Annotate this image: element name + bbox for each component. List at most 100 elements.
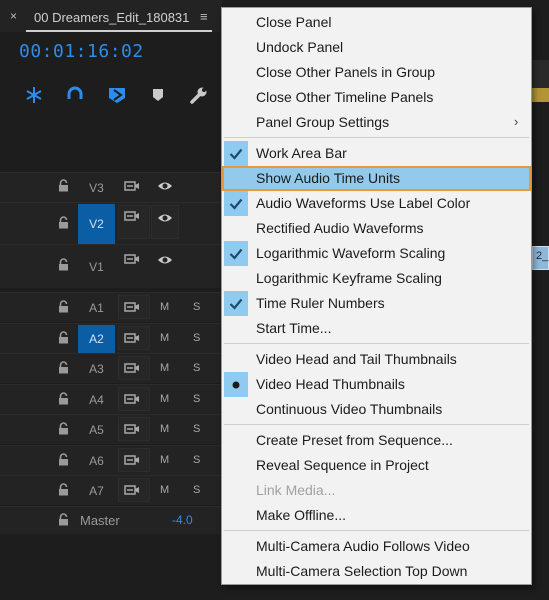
solo-button[interactable]: S [193, 362, 200, 374]
mute-button[interactable]: M [160, 484, 169, 496]
menu-item[interactable]: Reveal Sequence in Project [222, 453, 531, 478]
lock-icon[interactable] [58, 330, 69, 349]
mute-button[interactable]: M [160, 301, 169, 313]
eye-icon[interactable] [157, 212, 173, 227]
track-name[interactable]: A2 [78, 324, 115, 353]
sync-lock-icon[interactable] [124, 484, 140, 499]
menu-item[interactable]: Multi-Camera Selection Top Down [222, 559, 531, 584]
snap-icon[interactable] [23, 84, 45, 106]
track-name[interactable]: V3 [78, 174, 115, 202]
solo-button[interactable]: S [193, 332, 200, 344]
sync-lock-icon[interactable] [124, 362, 140, 377]
menu-item[interactable]: Time Ruler Numbers [222, 291, 531, 316]
menu-item[interactable]: Close Other Panels in Group [222, 60, 531, 85]
track-name[interactable]: V1 [78, 246, 115, 288]
mute-button[interactable]: M [160, 362, 169, 374]
linked-selection-icon[interactable] [64, 84, 86, 106]
add-marker-icon[interactable] [106, 84, 128, 106]
panel-menu-icon[interactable]: ≡ [200, 9, 208, 24]
menu-item[interactable]: Audio Waveforms Use Label Color [222, 191, 531, 216]
mute-button[interactable]: M [160, 332, 169, 344]
menu-item[interactable]: Logarithmic Waveform Scaling [222, 241, 531, 266]
lock-icon[interactable] [58, 179, 69, 197]
track-header-v3[interactable]: V3 [0, 172, 222, 202]
menu-item[interactable]: Continuous Video Thumbnails [222, 397, 531, 422]
lock-icon[interactable] [58, 513, 69, 531]
lock-icon[interactable] [58, 452, 69, 471]
track-name[interactable]: A4 [78, 386, 115, 414]
track-header-master[interactable]: Master -4.0 [0, 506, 222, 534]
mute-button[interactable]: M [160, 423, 169, 435]
lock-icon[interactable] [58, 422, 69, 440]
track-name[interactable]: A5 [78, 416, 115, 444]
solo-button[interactable]: S [193, 454, 200, 466]
menu-item[interactable]: Rectified Audio Waveforms [222, 216, 531, 241]
lock-icon[interactable] [58, 300, 69, 318]
sync-lock-icon[interactable] [124, 301, 140, 316]
track-name[interactable]: A6 [78, 447, 115, 475]
menu-item-label: Start Time... [256, 320, 332, 336]
lock-icon[interactable] [58, 258, 69, 276]
solo-button[interactable]: S [193, 484, 200, 496]
menu-item[interactable]: Create Preset from Sequence... [222, 428, 531, 453]
eye-icon[interactable] [157, 254, 173, 269]
menu-item[interactable]: Undock Panel [222, 35, 531, 60]
track-header-audio[interactable]: A6 M S [0, 444, 222, 475]
sequence-tab-title[interactable]: 00 Dreamers_Edit_180831 [34, 10, 189, 25]
menu-item[interactable]: Video Head and Tail Thumbnails [222, 347, 531, 372]
menu-item[interactable]: Close Other Timeline Panels [222, 85, 531, 110]
track-name[interactable]: V2 [78, 204, 115, 244]
menu-item-label: Multi-Camera Audio Follows Video [256, 538, 470, 554]
lock-icon[interactable] [58, 483, 69, 501]
sync-lock-icon[interactable] [124, 423, 140, 438]
menu-item[interactable]: Video Head Thumbnails [222, 372, 531, 397]
eye-icon[interactable] [157, 180, 173, 195]
menu-item[interactable]: Logarithmic Keyframe Scaling [222, 266, 531, 291]
track-header-v2[interactable]: V2 [0, 202, 222, 244]
sync-lock-icon[interactable] [124, 210, 140, 225]
sync-lock-icon[interactable] [124, 253, 140, 268]
solo-button[interactable]: S [193, 423, 200, 435]
sync-lock-icon[interactable] [124, 393, 140, 408]
lock-icon[interactable] [58, 216, 69, 234]
track-name[interactable]: A1 [78, 294, 115, 322]
sync-lock-icon[interactable] [124, 180, 140, 195]
track-header-v1[interactable]: V1 [0, 244, 222, 288]
menu-item: Link Media... [222, 478, 531, 503]
sync-lock-icon[interactable] [124, 332, 140, 347]
wrench-icon[interactable] [188, 84, 210, 106]
lock-icon[interactable] [58, 361, 69, 379]
menu-item[interactable]: Multi-Camera Audio Follows Video [222, 534, 531, 559]
panel-tab[interactable]: × 00 Dreamers_Edit_180831 ≡ [0, 0, 222, 32]
playhead-timecode[interactable]: 00:01:16:02 [19, 41, 144, 62]
track-header-audio[interactable]: A4 M S [0, 383, 222, 414]
menu-separator [224, 137, 529, 138]
track-header-audio[interactable]: A5 M S [0, 414, 222, 444]
work-area-bar[interactable] [532, 88, 549, 102]
sync-lock-icon[interactable] [124, 454, 140, 469]
track-name[interactable]: A7 [78, 477, 115, 505]
track-header-audio[interactable]: A7 M S [0, 475, 222, 505]
track-header-audio[interactable]: A3 M S [0, 353, 222, 383]
lock-icon[interactable] [58, 391, 69, 410]
marker-icon[interactable] [147, 84, 169, 106]
submenu-arrow-icon: › [514, 114, 519, 129]
mute-button[interactable]: M [160, 393, 169, 405]
track-header-audio[interactable]: A2 M S [0, 322, 222, 353]
track-name[interactable]: A3 [78, 355, 115, 383]
mute-button[interactable]: M [160, 454, 169, 466]
master-volume-value[interactable]: -4.0 [172, 513, 193, 527]
solo-button[interactable]: S [193, 301, 200, 313]
menu-item-label: Multi-Camera Selection Top Down [256, 563, 468, 579]
menu-item[interactable]: Show Audio Time Units [222, 166, 531, 191]
menu-item-label: Work Area Bar [256, 145, 347, 161]
menu-item[interactable]: Work Area Bar [222, 141, 531, 166]
solo-button[interactable]: S [193, 393, 200, 405]
track-header-audio[interactable]: A1 M S [0, 292, 222, 322]
menu-item[interactable]: Close Panel [222, 10, 531, 35]
menu-item[interactable]: Panel Group Settings › [222, 110, 531, 135]
menu-separator [224, 343, 529, 344]
close-tab-icon[interactable]: × [10, 9, 17, 23]
menu-item[interactable]: Make Offline... [222, 503, 531, 528]
menu-item[interactable]: Start Time... [222, 316, 531, 341]
